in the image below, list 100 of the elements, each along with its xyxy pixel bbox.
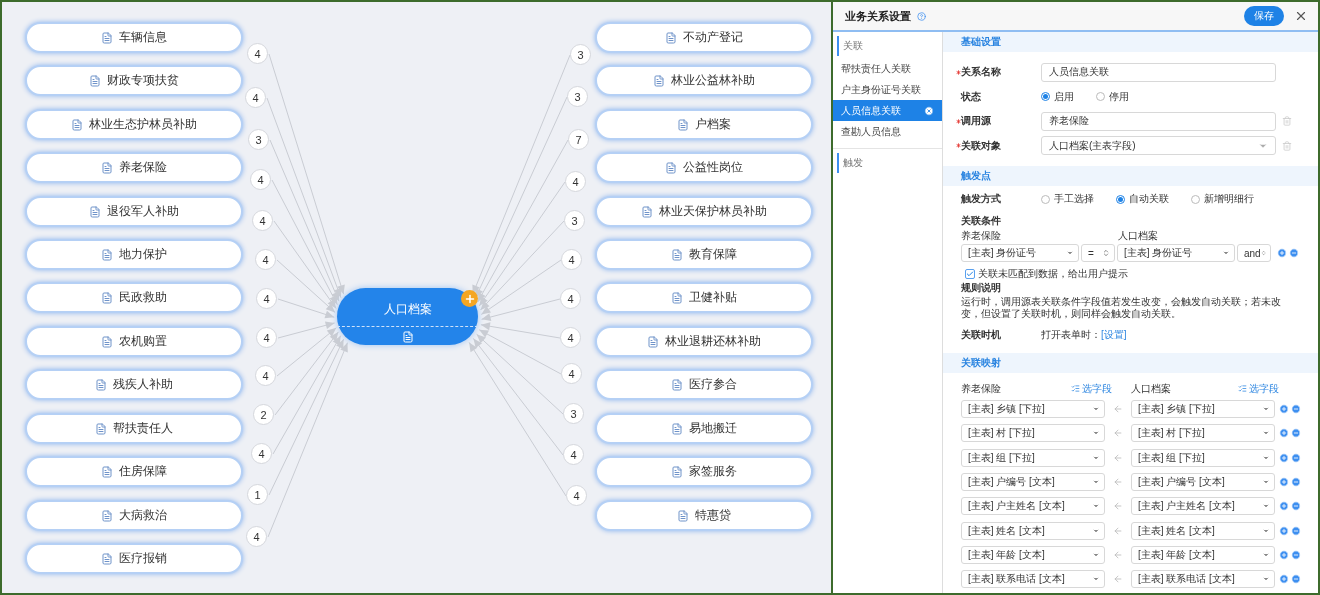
document-icon [653,74,665,87]
radio-option[interactable]: 启用 [1041,89,1074,104]
sidebar-item[interactable]: 帮扶责任人关联 [833,58,942,79]
add-icon[interactable] [1279,477,1289,488]
radio-option[interactable]: 停用 [1096,89,1129,104]
select-field[interactable]: [主表] 乡镇 [下拉] [1131,400,1275,419]
checkbox[interactable] [965,269,975,279]
select-field[interactable]: [主表] 年龄 [文本] [961,545,1105,564]
add-icon[interactable] [1279,501,1289,512]
radio-option[interactable]: 自动关联 [1116,192,1169,206]
mind-map-node[interactable]: 残疾人补助 [25,369,243,400]
column-label: 人口档案 [1131,383,1172,395]
mind-map-node[interactable]: 家签服务 [595,456,813,487]
mind-map-node[interactable]: 特惠贷 [595,500,813,531]
count-badge: 4 [565,171,586,192]
radio-option[interactable]: 手工选择 [1041,192,1094,206]
select-field[interactable]: [主表] 户编号 [文本] [961,473,1105,492]
add-button[interactable] [461,290,478,307]
mind-map-node[interactable]: 退役军人补助 [25,196,243,227]
add-icon[interactable] [1277,248,1287,258]
select-field[interactable]: [主表] 村 [下拉] [1131,424,1275,443]
document-icon [101,335,113,348]
document-icon [101,161,113,174]
document-icon [677,509,689,522]
select-field[interactable]: and [1237,244,1271,262]
remove-icon[interactable] [924,105,934,116]
select-field[interactable]: [主表] 姓名 [文本] [1131,521,1275,540]
mind-map-node[interactable]: 易地搬迁 [595,413,813,444]
select-field[interactable]: [主表] 联系电话 [文本] [961,570,1105,589]
document-icon [101,552,113,565]
section-label: 关联条件 [961,215,1002,227]
document-icon [95,378,107,391]
mind-map-node[interactable]: 医疗报销 [25,543,243,574]
mind-map-node[interactable]: 教育保障 [595,239,813,270]
count-badge: 4 [256,288,277,309]
pick-fields-link[interactable]: 选字段 [1238,382,1279,396]
mind-map-node[interactable]: 林业天保护林员补助 [595,196,813,227]
mind-map-node[interactable]: 帮扶责任人 [25,413,243,444]
mind-map-node[interactable]: 医疗参合 [595,369,813,400]
select-field[interactable]: [主表] 身份证号 [1117,244,1235,262]
arrow-icon [1113,428,1123,439]
mind-map-node[interactable]: 林业公益林补助 [595,65,813,96]
select-field[interactable]: [主表] 联系电话 [文本] [1131,570,1275,589]
mind-map-node[interactable]: 养老保险 [25,152,243,183]
central-node[interactable]: 人口档案 [337,288,478,345]
mind-map-node[interactable]: 卫健补贴 [595,282,813,313]
select-field[interactable]: [主表] 身份证号 [961,244,1079,262]
close-icon[interactable] [1294,9,1308,23]
select-field[interactable]: = [1081,244,1115,262]
mind-map-node[interactable]: 林业退耕还林补助 [595,326,813,357]
select-field[interactable]: 人口档案(主表字段) [1041,136,1276,156]
text-field[interactable]: 养老保险 [1041,111,1276,131]
help-icon[interactable] [917,11,926,21]
select-field[interactable]: [主表] 村 [下拉] [961,424,1105,443]
stepper-icon [1260,249,1266,257]
add-icon[interactable] [1279,404,1289,415]
add-icon[interactable] [1279,525,1289,536]
select-field[interactable]: [主表] 年龄 [文本] [1131,545,1275,564]
text-field[interactable]: 人员信息关联 [1041,62,1276,82]
select-field[interactable]: [主表] 乡镇 [下拉] [961,400,1105,419]
count-badge: 4 [256,327,277,348]
mind-map-node[interactable]: 不动产登记 [595,22,813,53]
mind-map-node[interactable]: 公益性岗位 [595,152,813,183]
count-badge: 7 [568,129,589,150]
pick-fields-link[interactable]: 选字段 [1071,382,1131,396]
select-field[interactable]: [主表] 户主姓名 [文本] [961,497,1105,516]
dropdown-icon [1066,249,1074,257]
mind-map-node[interactable]: 车辆信息 [25,22,243,53]
mind-map-node[interactable]: 大病救治 [25,500,243,531]
field-label: 关系名称 [961,65,1002,80]
arrow-icon [1113,549,1123,560]
mind-map-node[interactable]: 户档案 [595,109,813,140]
count-badge: 4 [561,363,582,384]
select-field[interactable]: [主表] 组 [下拉] [1131,448,1275,467]
add-icon[interactable] [1279,452,1289,463]
arrow-icon [1113,501,1123,512]
document-icon [89,74,101,87]
rule-description: 运行时，调用源表关联条件字段值若发生改变，会触发自动关联；若未改变，但设置了关联时机，则同样会触发自动关联。 [961,296,1282,320]
mind-map-node[interactable]: 财政专项扶贫 [25,65,243,96]
add-icon[interactable] [1279,428,1289,439]
sidebar-item[interactable]: 查勘人员信息 [833,121,942,142]
section-header: 触发点 [943,166,1318,186]
add-icon[interactable] [1279,574,1289,585]
select-field[interactable]: [主表] 组 [下拉] [961,448,1105,467]
sidebar-item[interactable]: 户主身份证号关联 [833,79,942,100]
radio-option[interactable]: 新增明细行 [1191,192,1254,206]
save-button[interactable]: 保存 [1244,6,1284,26]
mind-map-node[interactable]: 住房保障 [25,456,243,487]
select-field[interactable]: [主表] 户主姓名 [文本] [1131,497,1275,516]
mind-map-node[interactable]: 林业生态护林员补助 [25,109,243,140]
count-badge: 4 [252,210,273,231]
sidebar-item[interactable]: 人员信息关联 [833,100,942,121]
add-icon[interactable] [1279,549,1289,560]
settings-link[interactable]: [设置] [1101,328,1127,342]
mind-map-node[interactable]: 农机购置 [25,326,243,357]
mind-map-node[interactable]: 地力保护 [25,239,243,270]
select-field[interactable]: [主表] 户编号 [文本] [1131,473,1275,492]
mind-map-node[interactable]: 民政救助 [25,282,243,313]
dropdown-icon [1222,249,1230,257]
select-field[interactable]: [主表] 姓名 [文本] [961,521,1105,540]
